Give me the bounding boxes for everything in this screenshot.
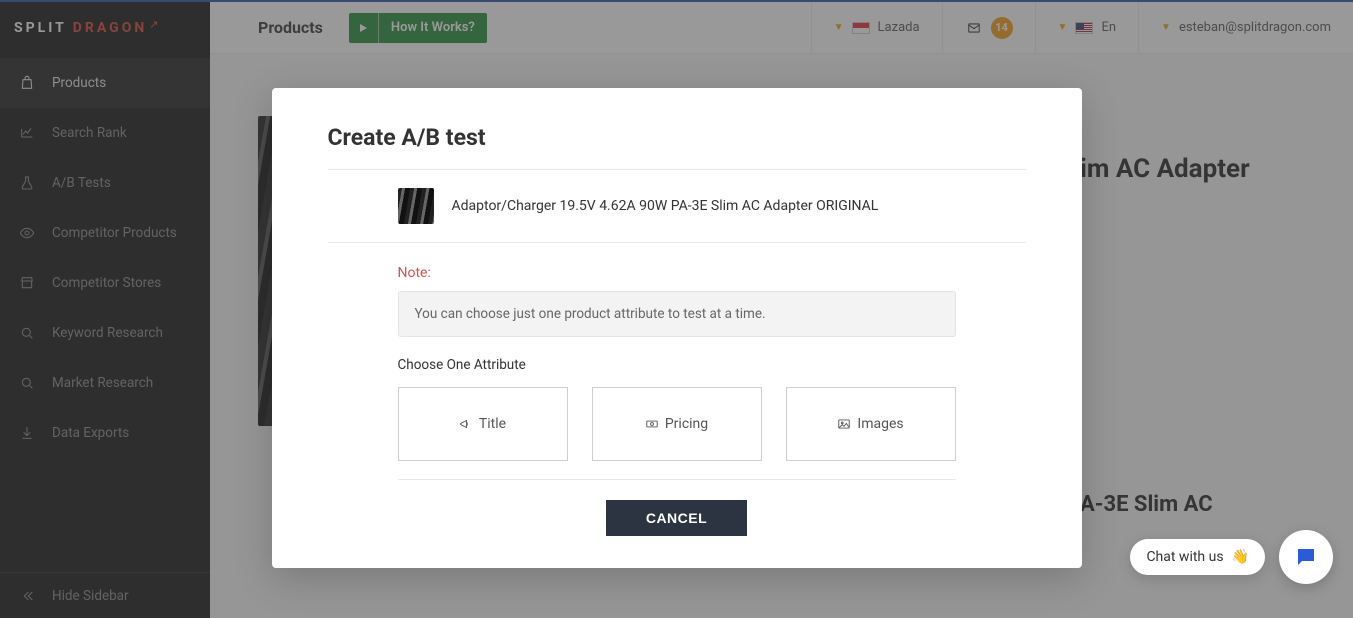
attribute-pricing-label: Pricing — [665, 416, 708, 432]
create-ab-test-modal: Create A/B test Adaptor/Charger 19.5V 4.… — [272, 88, 1082, 568]
chat-launcher[interactable] — [1279, 530, 1333, 584]
chat-widget: Chat with us 👋 — [1130, 530, 1333, 584]
modal-title: Create A/B test — [328, 124, 1026, 151]
product-name: Adaptor/Charger 19.5V 4.62A 90W PA-3E Sl… — [452, 198, 879, 214]
modal-product-row: Adaptor/Charger 19.5V 4.62A 90W PA-3E Sl… — [328, 188, 1026, 243]
wave-emoji-icon: 👋 — [1232, 549, 1249, 565]
attribute-options: Title Pricing Images — [398, 387, 956, 461]
cancel-button[interactable]: CANCEL — [606, 500, 747, 536]
note-box: You can choose just one product attribut… — [398, 291, 956, 337]
megaphone-icon — [459, 417, 473, 431]
chat-pill[interactable]: Chat with us 👋 — [1130, 539, 1265, 575]
product-thumb — [398, 188, 434, 224]
attribute-pricing-card[interactable]: Pricing — [592, 387, 762, 461]
image-icon — [837, 417, 851, 431]
divider — [328, 169, 1026, 170]
money-icon — [645, 417, 659, 431]
chat-icon — [1294, 545, 1318, 569]
attribute-title-card[interactable]: Title — [398, 387, 568, 461]
chat-text: Chat with us — [1146, 549, 1223, 565]
note-label: Note: — [398, 265, 1026, 281]
modal-overlay[interactable]: Create A/B test Adaptor/Charger 19.5V 4.… — [0, 0, 1353, 618]
attribute-title-label: Title — [479, 416, 506, 432]
divider — [398, 479, 956, 480]
attribute-images-label: Images — [857, 416, 903, 432]
choose-attribute-label: Choose One Attribute — [398, 357, 1026, 373]
attribute-images-card[interactable]: Images — [786, 387, 956, 461]
